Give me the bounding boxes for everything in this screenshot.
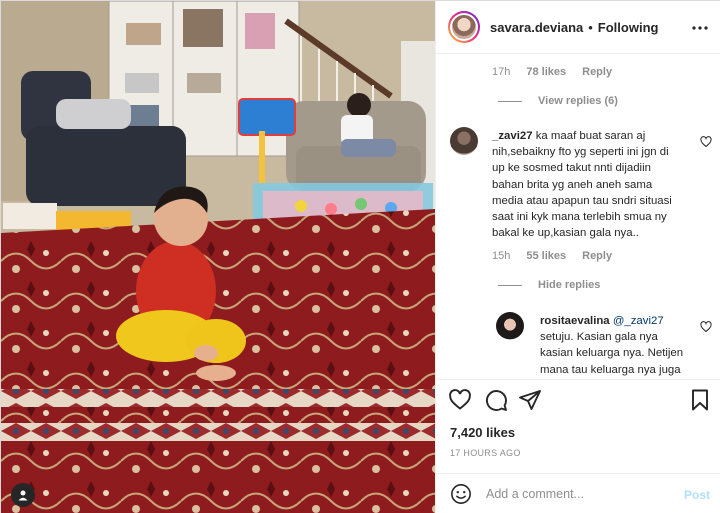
comment-heart-icon[interactable] [700, 136, 712, 148]
smiley-icon[interactable] [450, 483, 472, 505]
post-timestamp: 17 HOURS AGO [450, 448, 521, 458]
comment-item: _zavi27 ka maaf buat saran aj nih,sebaik… [436, 124, 720, 264]
comment-bubble-icon[interactable] [484, 388, 508, 412]
reply-avatar[interactable] [496, 312, 524, 340]
author-avatar[interactable] [448, 11, 480, 43]
reply-text: setuju. Kasian gala nya kasian keluarga … [540, 331, 684, 376]
post-modal: savara.deviana • Following 17h 78 likes … [0, 0, 720, 513]
action-bar [436, 379, 720, 419]
replies-divider-line [498, 284, 522, 286]
reply-button[interactable]: Reply [582, 66, 612, 78]
reply-body: rositaevalina @_zavi27 setuju. Kasian ga… [540, 313, 690, 378]
post-header: savara.deviana • Following [436, 1, 720, 54]
bookmark-icon[interactable] [688, 388, 712, 412]
heart-icon[interactable] [448, 388, 472, 412]
comment-body: _zavi27 ka maaf buat saran aj nih,sebaik… [492, 128, 682, 241]
comment-username[interactable]: _zavi27 [492, 130, 533, 142]
following-button[interactable]: Following [598, 20, 659, 35]
view-replies-label: View replies (6) [538, 95, 618, 107]
comment-time: 17h [492, 66, 511, 78]
photo-illustration [1, 1, 435, 513]
post-photo[interactable] [1, 1, 435, 513]
comment-likes[interactable]: 55 likes [526, 250, 566, 262]
post-comment-button[interactable]: Post [684, 488, 710, 502]
hide-replies-label: Hide replies [538, 279, 601, 291]
comment-likes[interactable]: 78 likes [526, 66, 566, 78]
replies-divider-line [498, 100, 522, 102]
comment-meta: 15h 55 likes Reply [492, 250, 612, 262]
comment-composer: Post [436, 473, 720, 513]
user-tag-icon [18, 490, 28, 501]
more-options-icon[interactable] [692, 20, 708, 36]
reply-mention[interactable]: @_zavi27 [613, 315, 664, 327]
comment-text: ka maaf buat saran aj nih,sebaikny fto y… [492, 130, 672, 240]
author-username[interactable]: savara.deviana [490, 20, 583, 35]
comment-input[interactable] [486, 487, 676, 501]
view-replies-button[interactable]: View replies (6) [498, 95, 618, 107]
comments-list[interactable]: 17h 78 likes Reply View replies (6) _zav… [436, 54, 720, 379]
comment-time: 15h [492, 250, 511, 262]
reply-username[interactable]: rositaevalina [540, 315, 610, 327]
hide-replies-button[interactable]: Hide replies [498, 279, 600, 291]
likes-count[interactable]: 7,420 likes [450, 425, 515, 440]
separator-dot: • [588, 19, 593, 35]
reply-heart-icon[interactable] [700, 321, 712, 333]
reply-item: rositaevalina @_zavi27 setuju. Kasian ga… [436, 309, 720, 379]
reply-button[interactable]: Reply [582, 250, 612, 262]
comment-meta: 17h 78 likes Reply [492, 66, 612, 78]
comment-avatar[interactable] [450, 127, 478, 155]
tagged-users-button[interactable] [11, 483, 35, 507]
paper-plane-icon[interactable] [518, 388, 542, 412]
post-sidebar: savara.deviana • Following 17h 78 likes … [435, 1, 720, 513]
